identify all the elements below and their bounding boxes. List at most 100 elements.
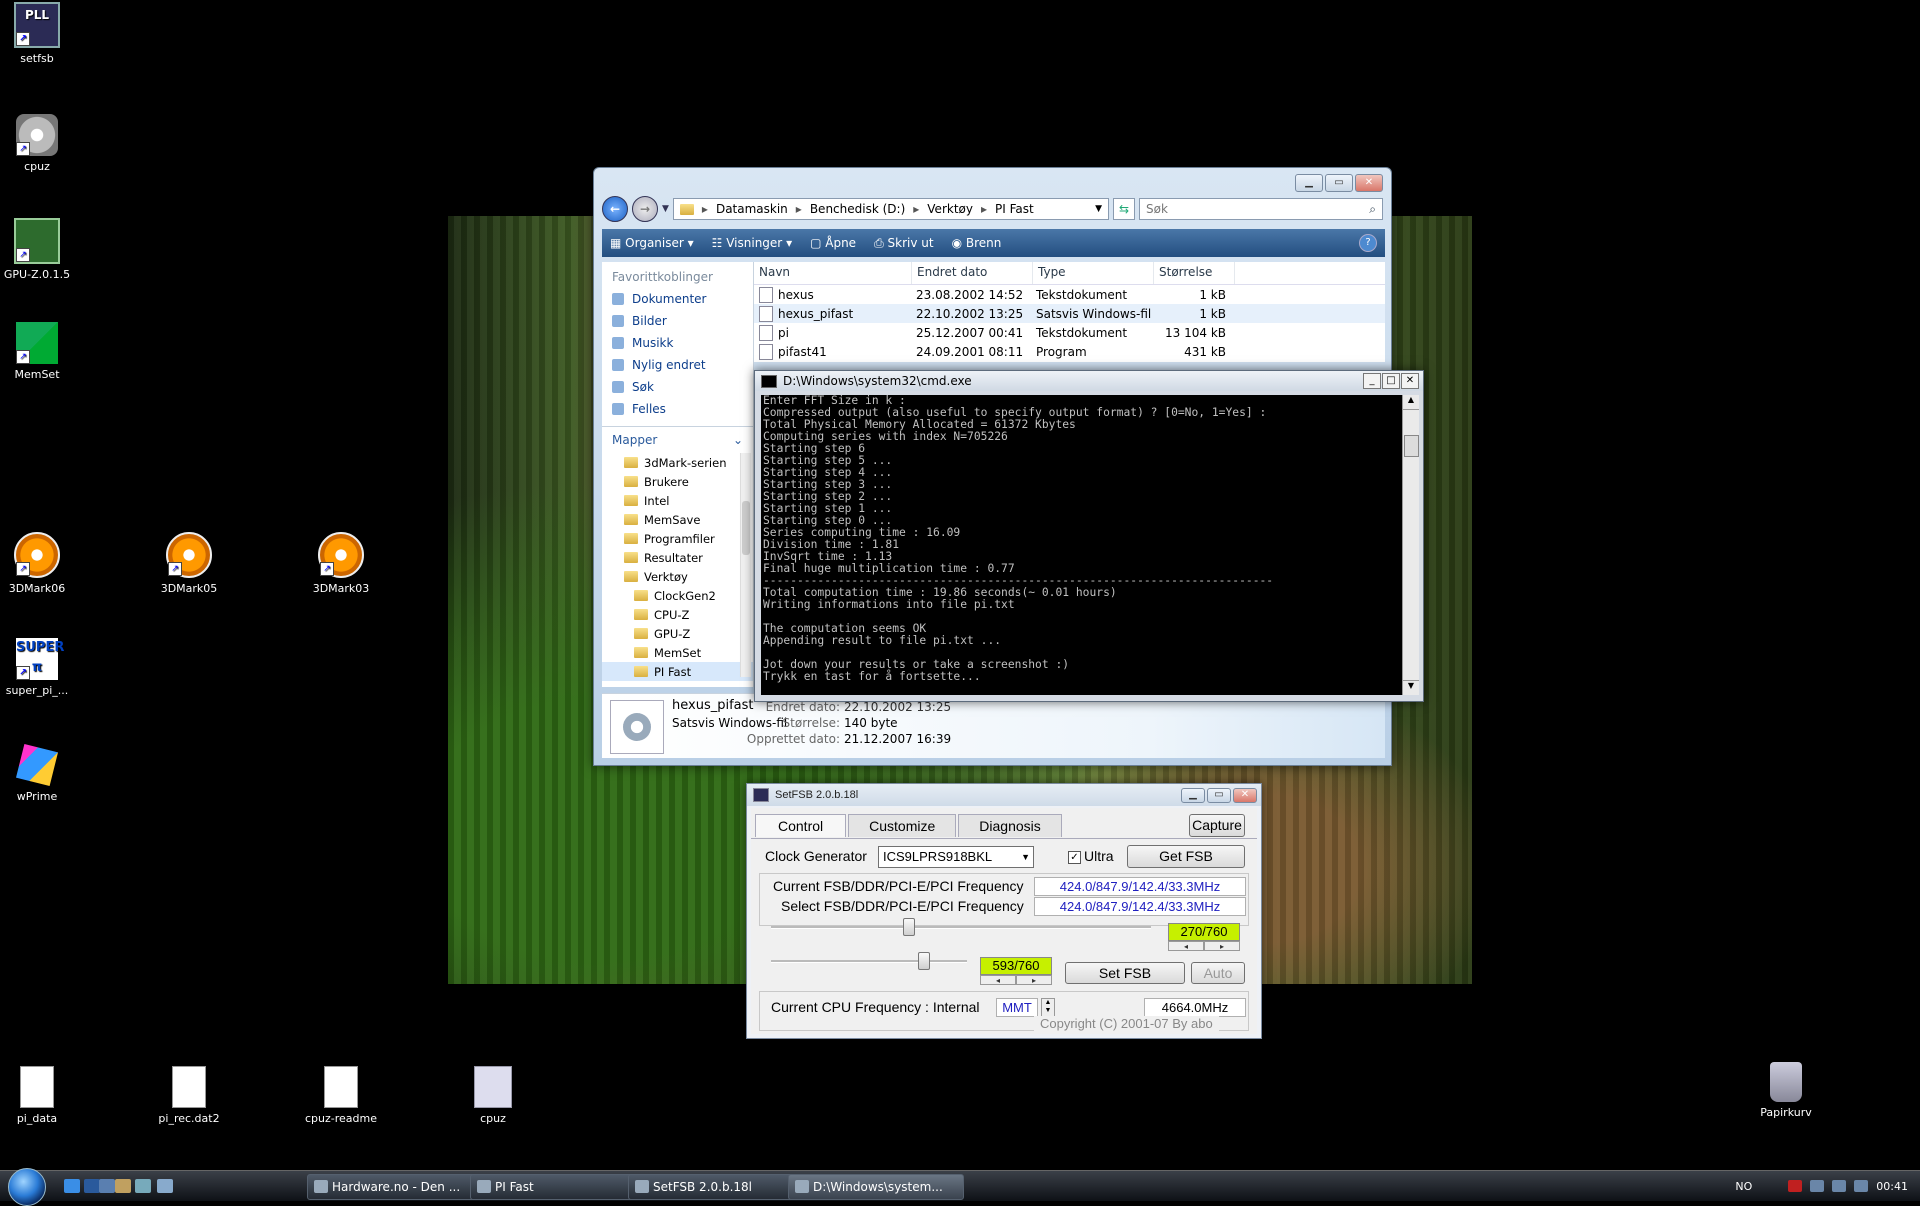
tree-item[interactable]: Intel	[602, 491, 753, 510]
console-scrollbar[interactable]: ▲ ▼	[1402, 395, 1419, 695]
ati-icon[interactable]	[1788, 1180, 1803, 1192]
print-button[interactable]: ⎙ Skriv ut	[874, 236, 933, 251]
open-button[interactable]: ▢ Åpne	[810, 236, 856, 250]
computer-icon[interactable]	[99, 1179, 115, 1193]
ie-icon[interactable]	[64, 1179, 80, 1193]
scroll-down-icon[interactable]: ▼	[1403, 680, 1419, 695]
tree-item[interactable]: Programfiler	[602, 529, 753, 548]
cmd-titlebar[interactable]: D:\Windows\system32\cmd.exe _ □ ✕	[755, 371, 1423, 391]
column-name[interactable]: Navn	[754, 262, 912, 284]
back-button[interactable]: ←	[602, 196, 628, 222]
taskbar-item-setfsb[interactable]: SetFSB 2.0.b.18l	[628, 1174, 804, 1200]
set-fsb-button[interactable]: Set FSB	[1065, 962, 1185, 984]
close-button[interactable]: ✕	[1355, 174, 1383, 192]
address-dropdown-icon[interactable]: ▼	[1095, 204, 1102, 214]
breadcrumb-item[interactable]: Datamaskin	[716, 202, 788, 216]
minimize-button[interactable]: ▁	[1181, 787, 1205, 803]
maximize-button[interactable]: ▭	[1325, 174, 1353, 192]
views-button[interactable]: ☷ Visninger ▾	[712, 236, 792, 250]
history-dropdown-icon[interactable]: ▼	[662, 204, 669, 214]
tree-item[interactable]: Verktøy	[602, 567, 753, 586]
capture-button[interactable]: Capture	[1189, 814, 1245, 837]
refresh-icon[interactable]: ⇆	[1113, 198, 1135, 220]
maximize-button[interactable]: □	[1382, 373, 1400, 389]
desktop-icon-cpuz[interactable]: ↗ cpuz	[0, 114, 77, 173]
tree-item[interactable]: Brukere	[602, 472, 753, 491]
taskbar-item-cmd[interactable]: D:\Windows\system...	[788, 1174, 964, 1200]
chevron-left-icon[interactable]: ◂	[1168, 941, 1204, 951]
tools-icon[interactable]	[115, 1179, 131, 1193]
desktop-icon-pi-rec[interactable]: pi_rec.dat2	[149, 1066, 229, 1125]
tree-item[interactable]: MemSet	[602, 643, 753, 662]
pll-slider-handle[interactable]	[918, 952, 930, 970]
desktop-icon-superpi[interactable]: SUPER π ↗ super_pi_...	[0, 638, 77, 697]
fsb-fine-tune[interactable]: ◂ ▸	[1168, 941, 1240, 951]
setfsb-titlebar[interactable]: SetFSB 2.0.b.18l ▁ ▭ ✕	[747, 784, 1261, 806]
search-input[interactable]: Søk ⌕	[1139, 198, 1383, 220]
maximize-button[interactable]: ▭	[1207, 787, 1231, 803]
file-row[interactable]: hexus 23.08.2002 14:52 Tekstdokument 1 kB	[754, 285, 1385, 304]
clock-generator-select[interactable]: ICS9LPRS918BKL ▼	[878, 846, 1034, 868]
tree-item[interactable]: Resultater	[602, 548, 753, 567]
taskbar-item-browser[interactable]: Hardware.no - Den ...	[307, 1174, 483, 1200]
tree-item[interactable]: CPU-Z	[602, 605, 753, 624]
favorite-public[interactable]: Felles	[602, 398, 753, 420]
show-desktop-icon[interactable]	[84, 1179, 100, 1193]
desktop-icon-3dmark05[interactable]: ↗ 3DMark05	[149, 532, 229, 595]
column-date[interactable]: Endret dato	[912, 262, 1033, 284]
tree-item[interactable]: MemSave	[602, 510, 753, 529]
tab-customize[interactable]: Customize	[848, 814, 957, 837]
network-icon[interactable]	[1832, 1180, 1847, 1192]
desktop-icon-memset[interactable]: ↗ MemSet	[0, 322, 77, 381]
pll-slider-track[interactable]	[771, 960, 967, 963]
burn-button[interactable]: ◉ Brenn	[952, 236, 1002, 250]
scroll-thumb[interactable]	[1404, 435, 1419, 457]
fsb-slider-track[interactable]	[771, 926, 1151, 929]
clock[interactable]: 00:41	[1876, 1180, 1908, 1193]
minimize-button[interactable]: ▁	[1295, 174, 1323, 192]
favorite-music[interactable]: Musikk	[602, 332, 753, 354]
chevron-left-icon[interactable]: ◂	[980, 975, 1016, 985]
tree-item[interactable]: ClockGen2	[602, 586, 753, 605]
favorite-documents[interactable]: Dokumenter	[602, 288, 753, 310]
volume-icon[interactable]	[1854, 1180, 1869, 1192]
forward-button[interactable]: →	[632, 196, 658, 222]
close-button[interactable]: ✕	[1233, 787, 1257, 803]
desktop-icon-pi-data[interactable]: pi_data	[0, 1066, 77, 1125]
fsb-slider-handle[interactable]	[903, 918, 915, 936]
tree-item[interactable]: GPU-Z	[602, 624, 753, 643]
organize-button[interactable]: ▦ Organiser ▾	[610, 236, 694, 250]
file-row[interactable]: pifast41 24.09.2001 08:11 Program 431 kB	[754, 342, 1385, 361]
auto-button[interactable]: Auto	[1191, 962, 1245, 984]
tab-diagnosis[interactable]: Diagnosis	[958, 814, 1062, 837]
taskbar-item-pifast[interactable]: PI Fast	[470, 1174, 646, 1200]
cpu-mode-spinner[interactable]: ▲ ▼	[1041, 998, 1055, 1017]
pll-fine-tune[interactable]: ◂ ▸	[980, 975, 1052, 985]
breadcrumb-item[interactable]: Benchedisk (D:)	[810, 202, 905, 216]
chevron-right-icon[interactable]: ▸	[1204, 941, 1240, 951]
desktop-icon-cpuz-readme[interactable]: cpuz-readme	[301, 1066, 381, 1125]
favorite-pictures[interactable]: Bilder	[602, 310, 753, 332]
favorite-search[interactable]: Søk	[602, 376, 753, 398]
get-fsb-button[interactable]: Get FSB	[1127, 845, 1245, 868]
scroll-up-icon[interactable]: ▲	[1403, 395, 1419, 410]
favorite-recent[interactable]: Nylig endret	[602, 354, 753, 376]
tree-scrollbar[interactable]	[740, 453, 751, 677]
column-size[interactable]: Størrelse	[1154, 262, 1235, 284]
chevron-right-icon[interactable]: ▸	[1016, 975, 1052, 985]
language-indicator[interactable]: NO	[1735, 1180, 1752, 1193]
search-icon[interactable]: ⌕	[1369, 199, 1376, 219]
tree-item[interactable]: 3dMark-serien	[602, 453, 753, 472]
console-output[interactable]: Enter FFT Size in k : Compressed output (…	[761, 395, 1407, 695]
desktop-icon-wprime[interactable]: wPrime	[0, 744, 77, 803]
breadcrumb-item[interactable]: PI Fast	[995, 202, 1034, 216]
close-button[interactable]: ✕	[1401, 373, 1419, 389]
desktop-icon-3dmark06[interactable]: ↗ 3DMark06	[0, 532, 77, 595]
desktop-icon-cpuz-file[interactable]: cpuz	[453, 1066, 533, 1125]
desktop-icon-setfsb[interactable]: PLL ↗ setfsb	[0, 2, 77, 65]
file-row[interactable]: pi 25.12.2007 00:41 Tekstdokument 13 104 k…	[754, 323, 1385, 342]
folders-toggle[interactable]: Mapper ⌄	[602, 426, 753, 453]
start-button[interactable]	[8, 1168, 46, 1206]
desktop-icon-gpuz[interactable]: ↗ GPU-Z.0.1.5	[0, 218, 77, 281]
breadcrumb-item[interactable]: Verktøy	[927, 202, 973, 216]
